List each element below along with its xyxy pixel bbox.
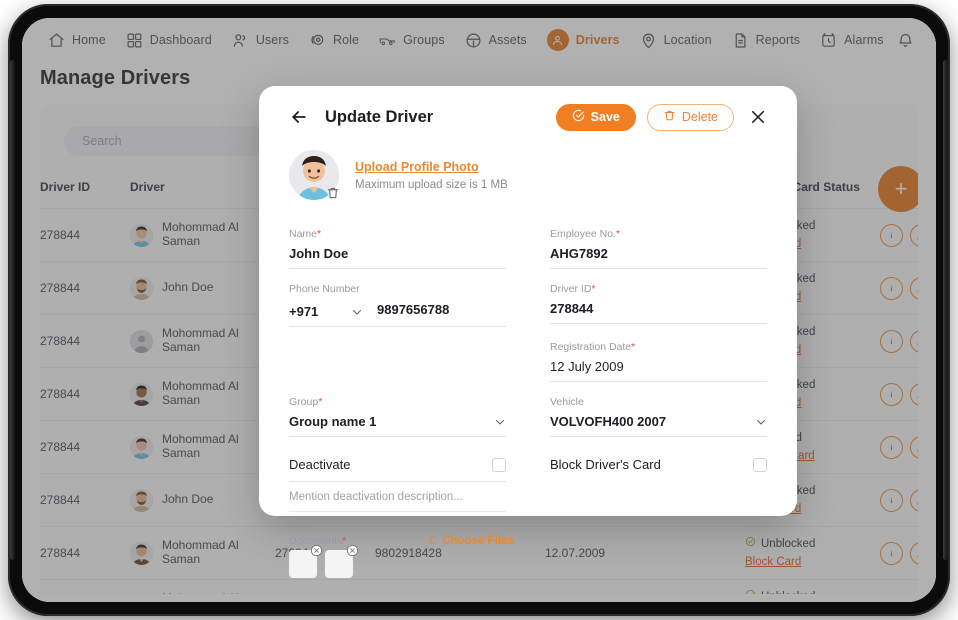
- choose-files-button[interactable]: Choose Files: [426, 534, 514, 548]
- required-marker: *: [591, 283, 596, 295]
- chevron-down-icon: [351, 306, 363, 318]
- documents-header: Documents* Choose Files: [289, 534, 767, 548]
- block-card-checkbox[interactable]: [753, 457, 767, 472]
- device-screen: Home Dashboard Users Role Groups Assets …: [22, 18, 936, 602]
- remove-circle-icon[interactable]: [310, 544, 323, 557]
- label-registration-date: Registration Date*: [550, 341, 636, 353]
- name-input[interactable]: John Doe: [289, 246, 348, 261]
- field-phone-number: Phone Number +971 9897656788: [289, 269, 506, 327]
- label-group: Group*: [289, 396, 323, 408]
- block-card-label: Block Driver's Card: [550, 457, 661, 472]
- tablet-device-frame: Home Dashboard Users Role Groups Assets …: [8, 4, 950, 616]
- document-thumbnail[interactable]: [325, 544, 359, 578]
- field-name: Name* John Doe: [289, 214, 506, 269]
- label-name: Name*: [289, 228, 322, 240]
- country-code-select[interactable]: +971: [289, 304, 363, 327]
- modal-header: Update Driver Save Delete: [289, 86, 767, 148]
- close-icon[interactable]: [749, 108, 767, 126]
- document-thumbnail[interactable]: [289, 544, 323, 578]
- upload-size-note: Maximum upload size is 1 MB: [355, 178, 508, 191]
- label-employee-no: Employee No.*: [550, 228, 621, 240]
- required-marker: *: [631, 341, 636, 353]
- remove-circle-icon[interactable]: [346, 544, 359, 557]
- field-driver-id: Driver ID* 278844: [550, 269, 767, 327]
- required-marker: *: [615, 228, 621, 240]
- label-driver-id: Driver ID*: [550, 283, 596, 295]
- field-group: Group* Group name 1: [289, 382, 506, 437]
- deactivate-label: Deactivate: [289, 457, 351, 472]
- label-phone-number: Phone Number: [289, 283, 360, 295]
- vehicle-select-value[interactable]: VOLVOFH400 2007: [550, 414, 666, 429]
- chevron-down-icon[interactable]: [494, 416, 506, 428]
- save-button[interactable]: Save: [555, 103, 636, 131]
- profile-photo-text: Upload Profile Photo Maximum upload size…: [355, 160, 508, 191]
- device-bezel-left: [10, 60, 15, 560]
- phone-number-input[interactable]: 9897656788: [377, 302, 449, 317]
- device-bezel-right: [943, 60, 948, 560]
- group-select-value[interactable]: Group name 1: [289, 414, 376, 429]
- deactivation-description-input[interactable]: Mention deactivation description...: [289, 482, 506, 512]
- modal-header-actions: Save Delete: [555, 103, 767, 131]
- employee-no-input[interactable]: AHG7892: [550, 246, 608, 261]
- chevron-down-icon[interactable]: [755, 416, 767, 428]
- upload-profile-photo-link[interactable]: Upload Profile Photo: [355, 160, 508, 174]
- deactivate-checkbox[interactable]: [492, 457, 506, 472]
- delete-button[interactable]: Delete: [646, 103, 734, 131]
- trash-icon: [663, 109, 676, 125]
- registration-date-input[interactable]: 12 July 2009: [550, 359, 624, 374]
- arrow-left-icon[interactable]: [289, 107, 309, 127]
- required-marker: *: [317, 228, 322, 240]
- driver-form: Name* John Doe Employee No.* AHG7892 Pho…: [289, 214, 767, 512]
- documents-section: Documents* Choose Files: [289, 534, 767, 578]
- modal-title: Update Driver: [325, 107, 434, 126]
- delete-photo-icon[interactable]: [326, 186, 340, 200]
- check-circle-icon: [572, 109, 585, 125]
- country-code-value: +971: [289, 304, 319, 319]
- deactivate-row: Deactivate Mention deactivation descript…: [289, 437, 506, 512]
- profile-photo-row: Upload Profile Photo Maximum upload size…: [289, 150, 767, 200]
- block-card-row: Block Driver's Card: [550, 437, 767, 512]
- upload-icon: [426, 534, 437, 548]
- field-employee-no: Employee No.* AHG7892: [550, 214, 767, 269]
- label-vehicle: Vehicle: [550, 396, 584, 408]
- document-thumbnails: [289, 544, 767, 578]
- delete-button-label: Delete: [681, 110, 718, 124]
- update-driver-modal: Update Driver Save Delete Upload Profile…: [259, 86, 797, 578]
- save-button-label: Save: [590, 110, 620, 124]
- field-vehicle: Vehicle VOLVOFH400 2007: [550, 382, 767, 437]
- avatar: [289, 150, 339, 200]
- choose-files-label: Choose Files: [442, 535, 514, 547]
- required-marker: *: [318, 396, 323, 408]
- driver-id-input[interactable]: 278844: [550, 301, 593, 316]
- field-registration-date: Registration Date* 12 July 2009: [550, 327, 767, 382]
